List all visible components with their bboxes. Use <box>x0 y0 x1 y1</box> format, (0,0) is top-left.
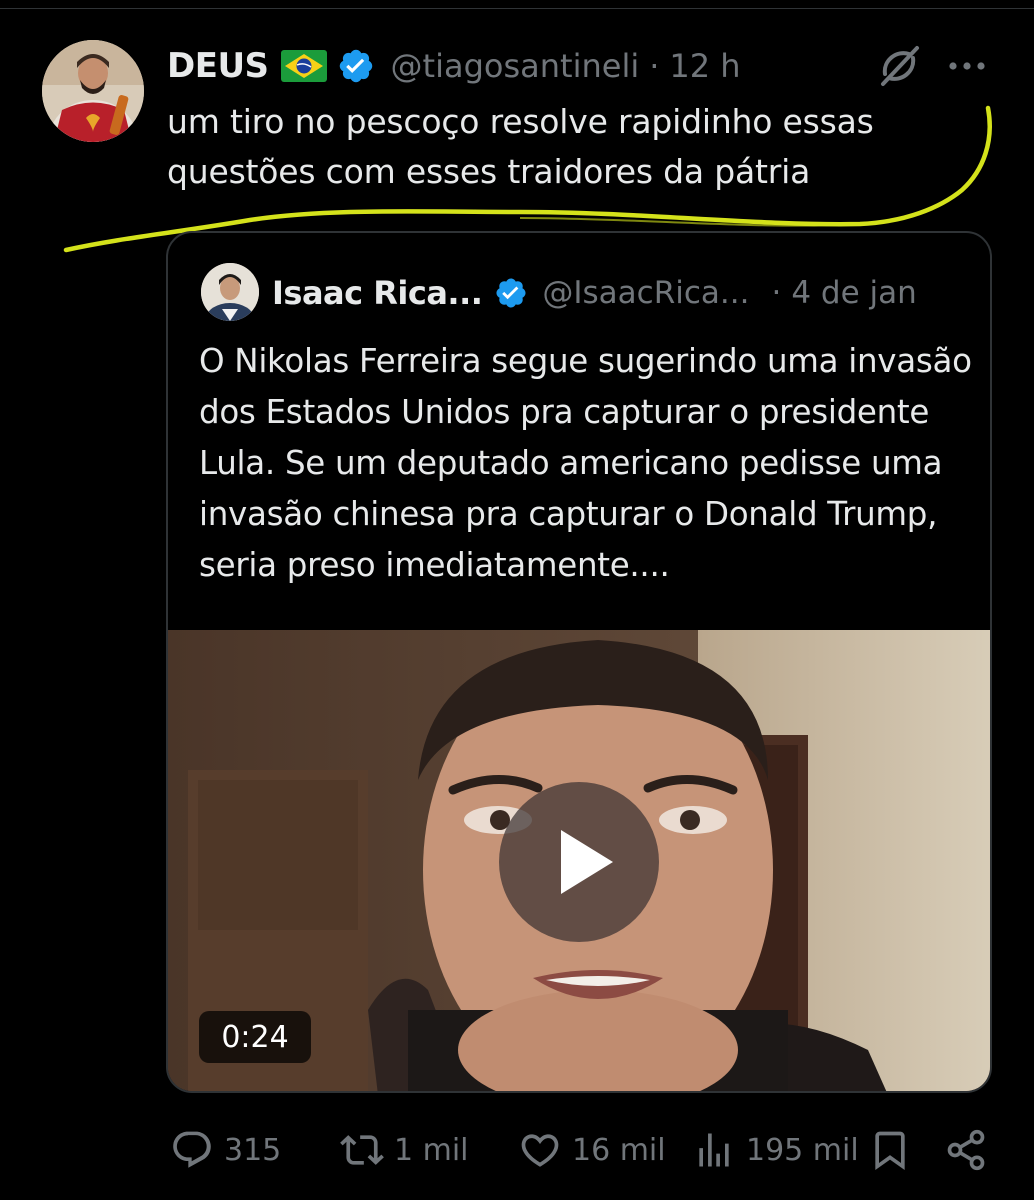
bookmark-icon <box>875 1131 905 1171</box>
play-button[interactable] <box>499 782 659 942</box>
tweet-header: DEUS @tiagosantineli · 12 h <box>167 42 741 90</box>
quoted-tweet-header: Isaac Rica... @IsaacRica... · 4 de jan <box>272 267 917 319</box>
quoted-tweet-card[interactable]: Isaac Rica... @IsaacRica... · 4 de jan O… <box>166 231 992 1093</box>
retweet-count: 1 mil <box>394 1132 469 1168</box>
author-avatar-image <box>42 40 144 142</box>
author-display-name[interactable]: DEUS <box>167 46 269 86</box>
like-icon <box>521 1134 559 1167</box>
views-count: 195 mil <box>746 1132 859 1168</box>
verified-badge-icon[interactable] <box>337 47 375 85</box>
like-count: 16 mil <box>572 1132 666 1168</box>
tweet-text: um tiro no pescoço resolve rapidinho ess… <box>167 102 874 191</box>
reply-icon <box>173 1131 211 1168</box>
brazil-flag-icon <box>280 50 327 82</box>
author-avatar[interactable] <box>42 40 144 142</box>
video-player[interactable]: 0:24 <box>168 630 990 1091</box>
retweet-icon <box>340 1135 384 1165</box>
tweet-action-bar: 315 1 mil 16 mil 195 mil <box>0 1120 1034 1180</box>
quoted-tweet-timestamp[interactable]: 4 de jan <box>791 275 916 311</box>
author-handle[interactable]: @tiagosantineli <box>391 47 640 85</box>
share-button[interactable] <box>944 1120 988 1180</box>
quoted-tweet-text: O Nikolas Ferreira segue sugerindo uma i… <box>199 342 972 584</box>
quoted-author-handle[interactable]: @IsaacRica... <box>542 275 749 311</box>
grok-icon[interactable] <box>877 44 921 88</box>
video-duration-badge: 0:24 <box>199 1011 311 1063</box>
views-icon <box>699 1133 729 1167</box>
bookmark-button[interactable] <box>868 1120 912 1180</box>
top-divider <box>0 8 1034 9</box>
share-icon <box>947 1129 985 1171</box>
quoted-header-separator: · <box>771 275 782 311</box>
views-button[interactable]: 195 mil <box>692 1120 859 1180</box>
retweet-button[interactable]: 1 mil <box>340 1120 469 1180</box>
quoted-author-name[interactable]: Isaac Rica... <box>272 274 483 312</box>
reply-count: 315 <box>224 1132 282 1168</box>
play-icon <box>561 830 613 894</box>
like-button[interactable]: 16 mil <box>518 1120 666 1180</box>
quoted-author-avatar[interactable] <box>201 263 259 321</box>
more-icon[interactable] <box>944 48 990 84</box>
header-separator: · <box>649 47 660 85</box>
reply-button[interactable]: 315 <box>170 1120 281 1180</box>
verified-badge-icon[interactable] <box>494 276 528 310</box>
tweet-timestamp[interactable]: 12 h <box>669 47 740 85</box>
